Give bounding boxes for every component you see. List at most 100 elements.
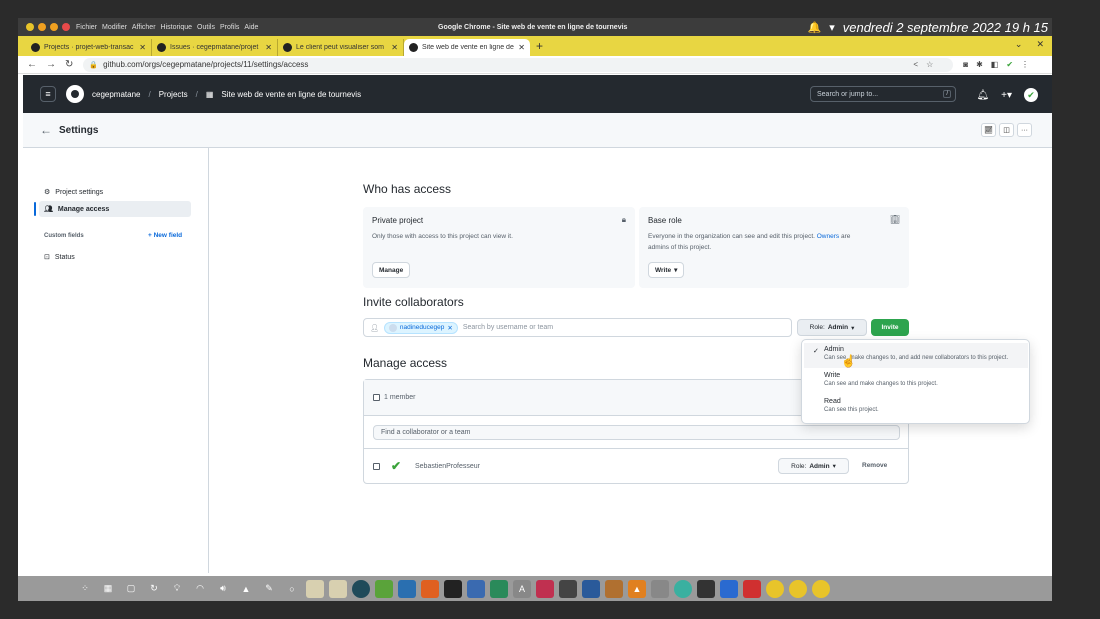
android-studio-icon[interactable] — [375, 579, 393, 598]
font-app-icon[interactable]: A — [513, 579, 531, 598]
browser-tab[interactable]: Le client peut visualiser som ✕ — [278, 39, 404, 56]
terminal-icon[interactable] — [444, 579, 462, 598]
chevron-down-icon[interactable]: ⌄ — [1015, 39, 1023, 50]
app-icon[interactable] — [697, 579, 715, 598]
select-all-checkbox[interactable] — [373, 394, 380, 401]
menu-outils[interactable]: Outils — [197, 24, 215, 31]
gimp-icon[interactable] — [605, 579, 623, 598]
menu-historique[interactable]: Historique — [161, 24, 193, 31]
side-panel-icon[interactable]: ◫ — [999, 123, 1014, 137]
pen-icon[interactable]: ✎ — [260, 580, 278, 598]
selected-user-chip[interactable]: nadineducegep ✕ — [383, 321, 458, 334]
back-arrow-icon[interactable]: ← — [27, 59, 37, 70]
avatar[interactable]: ✔ — [1024, 88, 1038, 102]
lightbulb-icon[interactable]: 💡︎ — [168, 580, 186, 598]
profile-check-icon[interactable]: ✔ — [1006, 60, 1013, 69]
desktop-icon[interactable]: ▢ — [122, 580, 140, 598]
invite-role-select[interactable]: Role: Admin ▾ — [797, 319, 867, 336]
chrome-icon[interactable] — [812, 579, 830, 598]
app-icon[interactable] — [674, 579, 692, 598]
plus-dropdown-icon[interactable]: +▾ — [1001, 90, 1012, 101]
manage-visibility-button[interactable]: Manage — [372, 262, 411, 278]
virtualbox-icon[interactable] — [398, 579, 416, 598]
member-role-select[interactable]: Role: Admin ▾ — [778, 458, 849, 474]
minimize-button[interactable] — [38, 23, 46, 31]
role-option-admin[interactable]: ✓ Admin Can see, make changes to, and ad… — [804, 343, 1028, 368]
app-icon[interactable] — [720, 579, 738, 598]
lock-icon[interactable]: 🔒 — [89, 61, 98, 69]
share-icon[interactable]: < — [913, 60, 918, 69]
github-logo-icon[interactable] — [66, 85, 84, 103]
close-tab-icon[interactable]: ✕ — [391, 43, 398, 52]
notes-app-icon[interactable] — [329, 579, 347, 598]
arrow-up-icon[interactable]: ▲ — [237, 580, 255, 598]
wifi-icon[interactable]: ◠ — [191, 580, 209, 598]
circle-icon[interactable]: ○ — [283, 580, 301, 598]
app-icon[interactable] — [536, 579, 554, 598]
menu-modifier[interactable]: Modifier — [102, 24, 127, 31]
hamburger-menu-icon[interactable]: ≡ — [40, 86, 56, 102]
app-icon[interactable] — [651, 579, 669, 598]
remove-chip-icon[interactable]: ✕ — [447, 324, 452, 332]
sidebar-item-status[interactable]: ⊡ Status — [39, 249, 191, 265]
search-input[interactable]: Search or jump to... / — [810, 86, 956, 102]
insights-graph-icon[interactable]: 📈︎ — [981, 123, 996, 137]
browser-tab[interactable]: Issues · cegepmatane/projet ✕ — [152, 39, 278, 56]
bell-icon[interactable]: 🔔︎ — [976, 90, 989, 101]
eclipse-app-icon[interactable] — [352, 579, 370, 598]
app-icon[interactable] — [490, 579, 508, 598]
close-icon[interactable]: ✕ — [1036, 39, 1044, 50]
more-options-icon[interactable]: ··· — [1017, 123, 1032, 137]
browser-tab-active[interactable]: Site web de vente en ligne de ✕ — [404, 39, 530, 56]
close-tab-icon[interactable]: ✕ — [265, 43, 272, 52]
package-app-icon[interactable] — [421, 579, 439, 598]
chrome-logo-icon[interactable] — [26, 23, 34, 31]
sidebar-item-manage-access[interactable]: 👥︎ Manage access — [34, 201, 191, 217]
base-role-select[interactable]: Write ▾ — [648, 262, 685, 278]
url-bar[interactable]: 🔒 github.com/orgs/cegepmatane/projects/1… — [83, 57, 954, 72]
invite-button[interactable]: Invite — [871, 319, 909, 336]
kebab-menu-icon[interactable]: ⋮ — [1021, 60, 1029, 69]
camera-extension-icon[interactable]: ◙ — [963, 60, 968, 69]
role-option-read[interactable]: Read Can see this project. — [804, 395, 1028, 420]
forward-arrow-icon[interactable]: → — [46, 59, 56, 70]
app-launcher-icon[interactable]: ⁘ — [76, 580, 94, 598]
breadcrumb-projects[interactable]: Projects — [159, 90, 188, 99]
apps-grid-icon[interactable]: ▦ — [99, 580, 117, 598]
new-tab-button[interactable]: + — [536, 39, 543, 53]
app-icon[interactable] — [467, 579, 485, 598]
breadcrumb-org[interactable]: cegepmatane — [92, 90, 140, 99]
volume-icon[interactable]: 🔊︎ — [214, 580, 232, 598]
breadcrumb-project[interactable]: Site web de vente en ligne de tournevis — [221, 90, 361, 99]
remove-member-button[interactable]: Remove — [862, 462, 887, 469]
maximize-button[interactable] — [50, 23, 58, 31]
bell-icon[interactable]: 🔔 — [808, 21, 822, 34]
back-arrow-icon[interactable]: ← — [40, 123, 52, 137]
close-tab-icon[interactable]: ✕ — [139, 43, 146, 52]
menu-profils[interactable]: Profils — [220, 24, 239, 31]
close-tab-icon[interactable]: ✕ — [518, 43, 525, 52]
app-icon[interactable] — [559, 579, 577, 598]
member-checkbox[interactable] — [373, 462, 380, 470]
refresh-icon[interactable]: ↻ — [145, 580, 163, 598]
vlc-icon[interactable]: ▲ — [628, 579, 646, 598]
notes-app-icon[interactable] — [306, 579, 324, 598]
app-icon[interactable] — [582, 579, 600, 598]
close-window-button[interactable] — [62, 23, 70, 31]
menu-afficher[interactable]: Afficher — [132, 24, 156, 31]
find-collaborator-input[interactable]: Find a collaborator or a team — [373, 424, 900, 440]
member-name[interactable]: SebastienProfesseur — [415, 463, 480, 470]
wifi-icon[interactable]: ▾ — [829, 21, 835, 34]
puzzle-extensions-icon[interactable]: ✱ — [976, 60, 983, 69]
sidebar-item-project-settings[interactable]: ⚙ Project settings — [39, 184, 191, 200]
reload-icon[interactable]: ↻ — [65, 59, 73, 70]
owners-link[interactable]: Owners — [817, 233, 839, 240]
role-option-write[interactable]: Write Can see and make changes to this p… — [804, 369, 1028, 394]
browser-tab[interactable]: Projects · projet-web-transac ✕ — [26, 39, 152, 56]
menu-fichier[interactable]: Fichier — [76, 24, 97, 31]
new-field-button[interactable]: + New field — [148, 232, 182, 239]
app-icon[interactable] — [743, 579, 761, 598]
bookmark-star-icon[interactable]: ☆ — [926, 60, 933, 69]
side-panel-icon[interactable]: ◧ — [991, 60, 999, 69]
menu-aide[interactable]: Aide — [244, 24, 258, 31]
